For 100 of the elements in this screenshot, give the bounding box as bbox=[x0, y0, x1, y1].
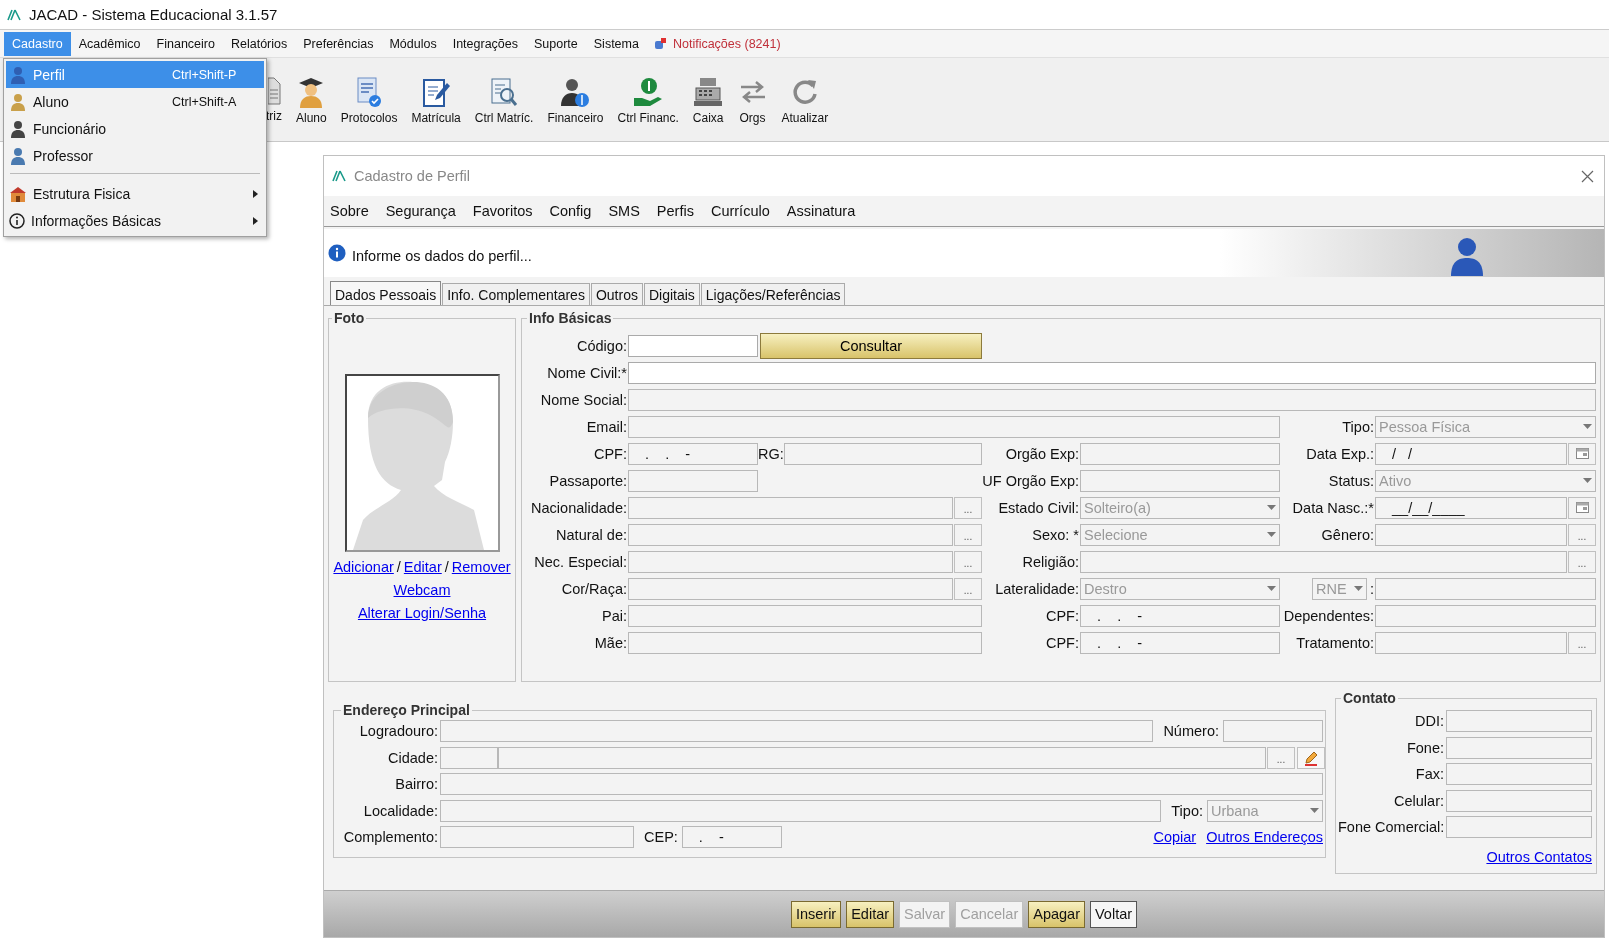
link[interactable]: Editar bbox=[403, 559, 442, 575]
field-label: Cor/Raça: bbox=[560, 580, 628, 597]
consult-button[interactable]: Consultar bbox=[760, 332, 982, 359]
info-icon bbox=[328, 244, 346, 262]
menu-item[interactable]: SMS bbox=[608, 203, 640, 219]
link[interactable]: Webcam bbox=[393, 582, 451, 598]
field-label: Data Exp.: bbox=[1305, 445, 1375, 462]
field-label: UF Orgão Exp: bbox=[982, 472, 1080, 489]
toolbar-button[interactable]: Financeiro bbox=[547, 111, 604, 125]
group-title: Foto bbox=[333, 310, 366, 326]
user-icon bbox=[1450, 236, 1484, 276]
tab[interactable]: Ligações/Referências bbox=[700, 283, 846, 305]
edit-button[interactable] bbox=[1297, 746, 1325, 769]
caret-icon bbox=[1583, 424, 1592, 429]
field-label: Orgão Exp: bbox=[1004, 445, 1080, 462]
person-money-icon bbox=[560, 76, 591, 108]
menu-item[interactable]: Aluno Ctrl+Shift-A bbox=[6, 88, 264, 115]
menu-item[interactable]: Preferências bbox=[295, 31, 382, 56]
toolbar-button[interactable]: Atualizar bbox=[781, 111, 829, 125]
toolbar-button[interactable]: Orgs bbox=[739, 111, 766, 125]
menu-item[interactable]: Segurança bbox=[385, 203, 456, 219]
field-label: Dependentes: bbox=[1282, 607, 1375, 624]
menu-item[interactable]: Currículo bbox=[710, 203, 770, 219]
document-icon bbox=[268, 76, 282, 106]
field-label: Tipo: bbox=[1341, 418, 1375, 435]
field-label: CPF: bbox=[592, 445, 628, 462]
field-label: Tratamento: bbox=[1295, 634, 1375, 651]
close-icon[interactable] bbox=[1581, 169, 1594, 183]
field-label: Fax: bbox=[1414, 766, 1445, 783]
toolbar-button[interactable]: Matrícula bbox=[411, 111, 461, 125]
toolbar-button[interactable]: Ctrl Financ. bbox=[617, 111, 679, 125]
calendar-button[interactable] bbox=[1568, 442, 1596, 465]
toolbar-button[interactable]: Aluno bbox=[296, 111, 327, 125]
menu-item[interactable]: Professor bbox=[6, 142, 264, 169]
person-icon bbox=[9, 65, 27, 84]
document-search-icon bbox=[489, 76, 520, 108]
menu-item[interactable]: Financeiro bbox=[148, 31, 223, 56]
menu-item[interactable]: Informações Básicas bbox=[6, 207, 264, 234]
caret-icon bbox=[1583, 478, 1592, 483]
tab[interactable]: Info. Complementares bbox=[442, 283, 590, 305]
person-icon bbox=[9, 119, 27, 138]
field-label: Pai: bbox=[601, 607, 628, 624]
link[interactable]: Alterar Login/Senha bbox=[357, 605, 487, 621]
toolbar-button[interactable]: Caixa bbox=[692, 111, 724, 125]
menu-item[interactable]: Config bbox=[549, 203, 592, 219]
caret-icon bbox=[1310, 808, 1319, 814]
toolbar-button[interactable]: triz bbox=[266, 109, 282, 123]
input-field[interactable] bbox=[628, 361, 1596, 384]
action-button[interactable]: Inserir bbox=[790, 900, 842, 928]
link[interactable]: Copiar bbox=[1153, 829, 1197, 846]
menu-item[interactable]: Integrações bbox=[444, 31, 526, 56]
notifications-menu[interactable]: Notificações (8241) bbox=[646, 31, 789, 56]
field-label: Código: bbox=[576, 337, 628, 354]
cash-register-icon bbox=[693, 76, 724, 108]
menu-item[interactable]: Estrutura Fisica bbox=[6, 180, 264, 207]
field-label: Sexo: * bbox=[1031, 526, 1080, 543]
link[interactable]: Remover bbox=[451, 559, 511, 575]
link[interactable]: Outros Contatos bbox=[1486, 848, 1592, 865]
logo-icon bbox=[7, 8, 21, 21]
tab[interactable]: Digitais bbox=[643, 283, 700, 305]
caret-icon bbox=[1267, 505, 1276, 510]
window-title: JACAD - Sistema Educacional 3.1.57 bbox=[29, 6, 278, 23]
menu-item[interactable]: Funcionário bbox=[6, 115, 264, 142]
calendar-button[interactable] bbox=[1568, 496, 1596, 519]
menu-item-label: Professor bbox=[33, 147, 94, 164]
field-label: Nome Civil:* bbox=[546, 364, 628, 381]
group-title: Endereço Principal bbox=[342, 702, 471, 718]
toolbar-button[interactable]: Protocolos bbox=[340, 111, 398, 125]
document-pen-icon bbox=[421, 76, 452, 108]
field-label: CPF: bbox=[1044, 634, 1080, 651]
field-label: Bairro: bbox=[394, 776, 438, 793]
caret-icon bbox=[1267, 532, 1276, 537]
toolbar-button[interactable]: Ctrl Matríc. bbox=[474, 111, 534, 125]
input-field[interactable] bbox=[628, 334, 758, 357]
menu-item[interactable]: Sobre bbox=[330, 203, 369, 219]
menu-item[interactable]: Assinatura bbox=[786, 203, 856, 219]
field-label: CEP: bbox=[644, 829, 678, 846]
menu-item[interactable]: Módulos bbox=[381, 31, 445, 56]
action-button[interactable]: Editar bbox=[846, 900, 895, 928]
field-label: Celular: bbox=[1393, 792, 1445, 809]
field-label: DDI: bbox=[1414, 713, 1445, 730]
menu-item[interactable]: Relatórios bbox=[222, 31, 296, 56]
link[interactable]: Outros Endereços bbox=[1206, 829, 1323, 846]
menu-item-label: Informações Básicas bbox=[31, 212, 162, 229]
tab[interactable]: Dados Pessoais bbox=[330, 281, 442, 305]
menu-item[interactable]: Favoritos bbox=[472, 203, 533, 219]
menu-item[interactable]: Suporte bbox=[526, 31, 586, 56]
field-label: Nec. Especial: bbox=[533, 553, 628, 570]
field-label: Status: bbox=[1327, 472, 1375, 489]
menu-item[interactable]: Sistema bbox=[585, 31, 647, 56]
field-label: Passaporte: bbox=[548, 472, 628, 489]
shortcut-text: Ctrl+Shift-P bbox=[172, 67, 238, 82]
menu-item[interactable]: Acadêmico bbox=[70, 31, 149, 56]
menu-item[interactable]: Perfis bbox=[656, 203, 694, 219]
action-button[interactable]: Voltar bbox=[1090, 900, 1138, 928]
link[interactable]: Adicionar bbox=[333, 559, 394, 575]
info-message: Informe os dados do perfil... bbox=[352, 248, 532, 264]
menu-item-label: Perfil bbox=[33, 66, 66, 83]
tab[interactable]: Outros bbox=[590, 283, 643, 305]
action-button[interactable]: Apagar bbox=[1028, 900, 1085, 928]
